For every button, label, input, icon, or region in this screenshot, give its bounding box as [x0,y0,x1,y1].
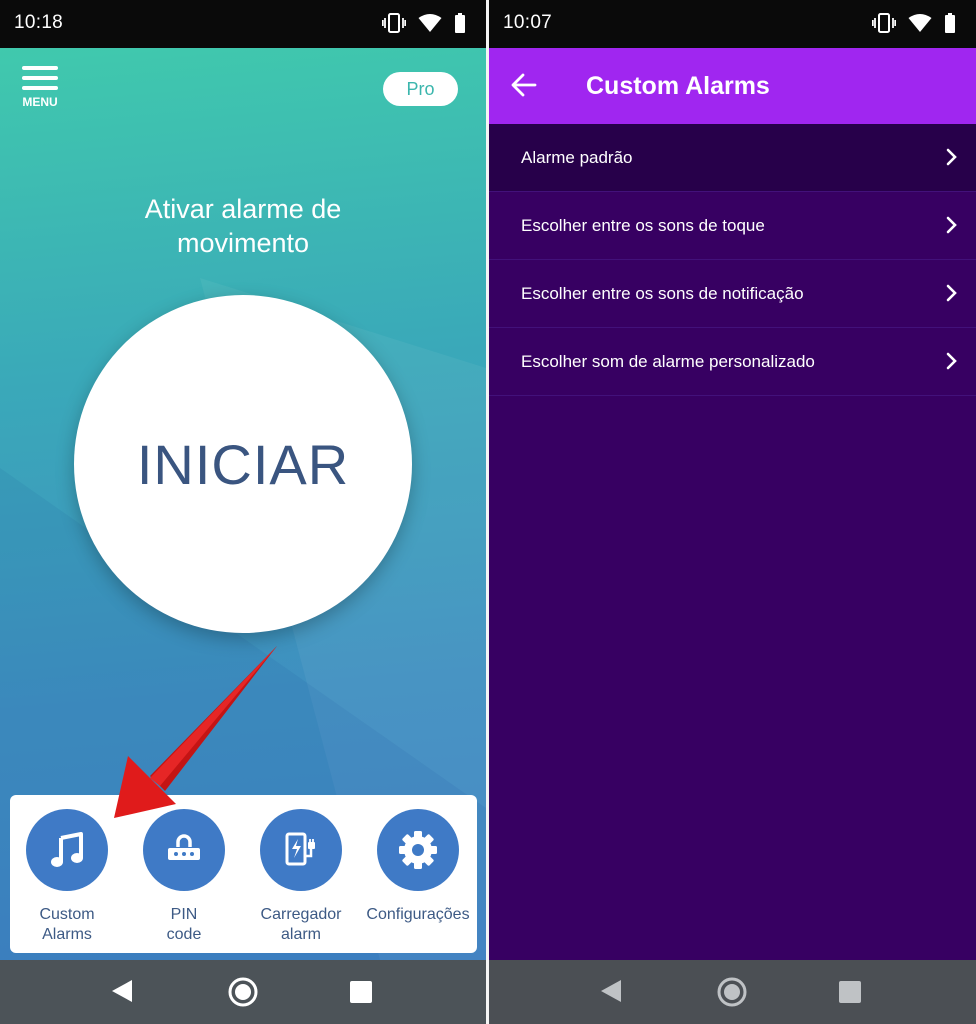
tray-label: Configurações [366,906,470,923]
list-item-label: Alarme padrão [521,148,633,167]
tray-item-charger-alarm[interactable]: Carregador alarm [241,809,361,945]
nav-back-icon[interactable] [601,980,621,1002]
tray-icon-circle [26,809,108,891]
list-item-sons-de-notificacao[interactable]: Escolher entre os sons de notificação [489,260,976,328]
status-bar: 10:18 [0,0,486,48]
chevron-right-icon [946,284,957,302]
list-item-label: Escolher entre os sons de notificação [521,284,804,303]
start-button[interactable]: INICIAR [74,295,412,633]
tray-label: PIN code [166,906,202,943]
music-note-icon [51,832,83,867]
list-item-som-personalizado[interactable]: Escolher som de alarme personalizado [489,328,976,396]
gear-icon [399,831,437,869]
status-bar: 10:07 [489,0,976,48]
tray-item-custom-alarms[interactable]: Custom Alarms [7,809,127,945]
app-bar: Custom Alarms [489,48,976,124]
tray-item-pin-code[interactable]: PIN code [124,809,244,945]
nav-back-icon[interactable] [112,980,132,1002]
back-arrow-icon[interactable] [511,72,537,98]
pin-keypad-icon [168,834,200,860]
wifi-icon [418,14,442,32]
tray-item-settings[interactable]: Configurações [358,809,478,925]
page-title: Custom Alarms [586,72,770,100]
wifi-icon [908,14,932,32]
left-phone-screen: 10:18 MENU Pro Ativar alarme de moviment… [0,0,486,1024]
battery-icon [945,13,955,33]
status-icons [872,13,956,33]
chevron-right-icon [946,352,957,370]
status-icons [382,13,466,33]
status-time: 10:07 [503,12,553,33]
pro-button[interactable]: Pro [383,72,458,106]
vibrate-icon [382,13,406,33]
list-item-sons-de-toque[interactable]: Escolher entre os sons de toque [489,192,976,260]
start-label: INICIAR [136,432,350,496]
custom-alarms-list: Alarme padrão Escolher entre os sons de … [489,124,976,960]
nav-recents-icon[interactable] [839,981,861,1003]
chevron-right-icon [946,216,957,234]
list-item-label: Escolher som de alarme personalizado [521,352,815,371]
tray-icon-circle [143,809,225,891]
system-nav-bar [489,960,976,1024]
system-nav-bar [0,960,486,1024]
list-item-alarme-padrao[interactable]: Alarme padrão [489,124,976,192]
headline: Ativar alarme de movimento [0,192,486,260]
status-time: 10:18 [14,12,64,33]
tray-label: Custom Alarms [39,906,95,943]
menu-icon-bar [22,66,58,70]
menu-button[interactable]: MENU [22,66,60,110]
tray-label: Carregador alarm [260,906,342,943]
headline-text: Ativar alarme de movimento [144,194,342,258]
menu-icon-bar [22,86,58,90]
tray-icon-circle [377,809,459,891]
vibrate-icon [872,13,896,33]
battery-icon [455,13,465,33]
list-item-label: Escolher entre os sons de toque [521,216,765,235]
tray-icon-circle [260,809,342,891]
nav-home-icon[interactable] [227,976,259,1008]
right-phone-screen: 10:07 Custom Alarms Alarme padrão Escolh… [489,0,976,1024]
menu-label: MENU [22,95,58,109]
menu-icon-bar [22,76,58,80]
feature-tray: Custom Alarms PIN code Carregador alarm … [10,795,477,953]
nav-home-icon[interactable] [716,976,748,1008]
motion-alarm-home: MENU Pro Ativar alarme de movimento INIC… [0,48,486,960]
chevron-right-icon [946,148,957,166]
nav-recents-icon[interactable] [350,981,372,1003]
charger-icon [285,832,315,866]
